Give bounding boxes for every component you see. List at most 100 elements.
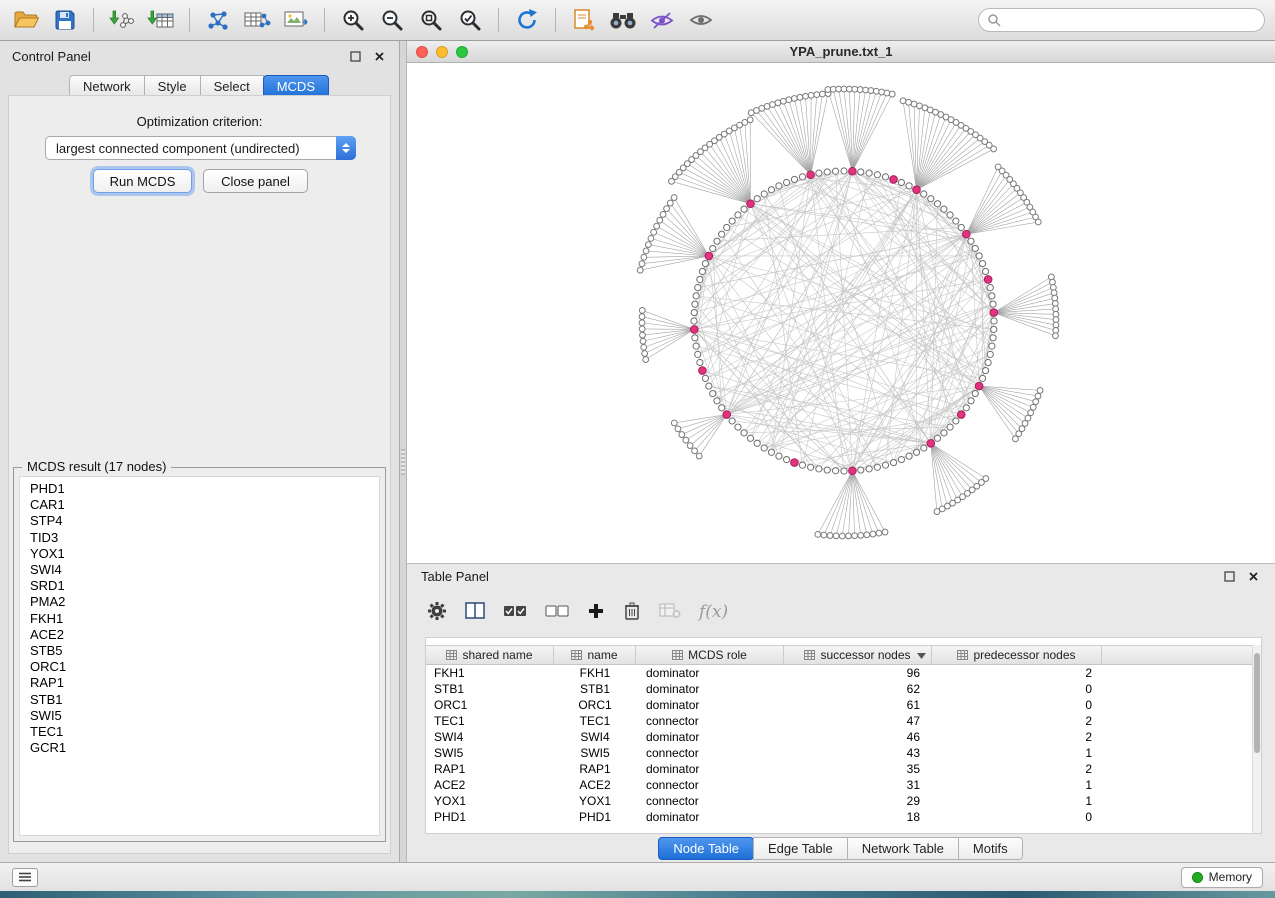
refresh-button[interactable]	[511, 4, 543, 36]
zoom-in-icon	[341, 8, 365, 32]
table-row[interactable]: ORC1ORC1dominator610	[426, 697, 1261, 713]
network-window-titlebar[interactable]: YPA_prune.txt_1	[407, 41, 1275, 63]
delete-row-button[interactable]	[623, 601, 641, 624]
mcds-result-item[interactable]: PMA2	[30, 594, 379, 610]
new-network-table-icon	[244, 10, 271, 30]
tab-motifs[interactable]: Motifs	[958, 837, 1023, 860]
mcds-result-item[interactable]: STB5	[30, 643, 379, 659]
zoom-selected-button[interactable]	[454, 4, 486, 36]
table-row[interactable]: STB1STB1dominator620	[426, 681, 1261, 697]
criterion-select[interactable]: largest connected component (undirected)	[45, 136, 356, 160]
panel-splitter[interactable]	[400, 41, 407, 862]
run-mcds-button[interactable]: Run MCDS	[93, 169, 192, 193]
share-document-button[interactable]	[568, 4, 600, 36]
close-table-panel-button[interactable]	[1245, 569, 1261, 585]
close-panel-button2[interactable]: Close panel	[203, 169, 308, 193]
mcds-result-item[interactable]: SWI5	[30, 708, 379, 724]
table-cell: dominator	[636, 681, 784, 697]
plus-icon	[587, 602, 605, 620]
tab-network-table[interactable]: Network Table	[847, 837, 959, 860]
zoom-fit-button[interactable]	[415, 4, 447, 36]
table-vertical-scrollbar[interactable]	[1252, 645, 1261, 833]
search-box[interactable]	[978, 8, 1265, 32]
network-view-canvas[interactable]	[407, 63, 1275, 563]
column-type-icon	[446, 650, 457, 660]
column-header-successor-nodes[interactable]: successor nodes	[784, 646, 932, 664]
mcds-result-list[interactable]: PHD1CAR1STP4TID3YOX1SWI4SRD1PMA2FKH1ACE2…	[19, 476, 380, 836]
new-network-button[interactable]	[202, 4, 234, 36]
status-menu-button[interactable]	[12, 868, 38, 887]
table-cell: 2	[932, 761, 1102, 777]
table-row[interactable]: SWI5SWI5connector431	[426, 745, 1261, 761]
mcds-result-item[interactable]: PHD1	[30, 481, 379, 497]
search-input[interactable]	[1007, 13, 1256, 27]
mcds-result-group: MCDS result (17 nodes) PHD1CAR1STP4TID3Y…	[13, 467, 386, 842]
mcds-result-item[interactable]: TEC1	[30, 724, 379, 740]
mcds-result-item[interactable]: GCR1	[30, 740, 379, 756]
mcds-result-item[interactable]: RAP1	[30, 675, 379, 691]
table-row[interactable]: RAP1RAP1dominator352	[426, 761, 1261, 777]
tab-node-table[interactable]: Node Table	[658, 837, 754, 860]
column-header-name[interactable]: name	[554, 646, 636, 664]
table-cell: SWI4	[554, 729, 636, 745]
zoom-out-button[interactable]	[376, 4, 408, 36]
table-cell: RAP1	[554, 761, 636, 777]
tab-edge-table[interactable]: Edge Table	[753, 837, 848, 860]
mcds-result-item[interactable]: YOX1	[30, 546, 379, 562]
mcds-result-item[interactable]: FKH1	[30, 611, 379, 627]
column-header-MCDS-role[interactable]: MCDS role	[636, 646, 784, 664]
mcds-result-item[interactable]: SWI4	[30, 562, 379, 578]
table-row[interactable]: SWI4SWI4dominator462	[426, 729, 1261, 745]
memory-button[interactable]: Memory	[1181, 867, 1263, 888]
import-network-from-file-button[interactable]	[106, 4, 138, 36]
table-row[interactable]: FKH1FKH1dominator962	[426, 665, 1261, 681]
close-icon	[1248, 571, 1259, 582]
column-header-shared-name[interactable]: shared name	[426, 646, 554, 664]
deselect-all-icon	[545, 604, 569, 618]
new-network-icon	[206, 9, 230, 31]
settings-gear-button[interactable]	[427, 601, 447, 624]
deselect-all-button[interactable]	[545, 604, 569, 621]
select-all-button[interactable]	[503, 604, 527, 621]
mcds-result-item[interactable]: STP4	[30, 513, 379, 529]
save-button[interactable]	[49, 4, 81, 36]
delete-table-button[interactable]	[659, 603, 681, 622]
table-row[interactable]: PHD1PHD1dominator180	[426, 809, 1261, 825]
float-table-panel-button[interactable]	[1221, 569, 1237, 585]
column-header-predecessor-nodes[interactable]: predecessor nodes	[932, 646, 1102, 664]
control-panel: Control Panel NetworkStyleSelectMCDS Opt…	[0, 41, 400, 862]
mcds-result-title: MCDS result (17 nodes)	[22, 459, 171, 474]
table-row[interactable]: TEC1TEC1connector472	[426, 713, 1261, 729]
mcds-result-item[interactable]: ACE2	[30, 627, 379, 643]
table-cell: dominator	[636, 665, 784, 681]
import-table-from-file-button[interactable]	[145, 4, 177, 36]
function-builder-button[interactable]: f(x)	[699, 602, 728, 622]
hide-annotations-button[interactable]	[646, 4, 678, 36]
show-columns-button[interactable]	[465, 602, 485, 622]
open-folder-button[interactable]	[10, 4, 42, 36]
scrollbar-thumb[interactable]	[1254, 653, 1260, 753]
table-panel-header: Table Panel	[407, 564, 1275, 589]
float-window-icon	[1224, 571, 1235, 582]
close-panel-button[interactable]	[371, 48, 387, 64]
table-cell: connector	[636, 713, 784, 729]
zoom-in-button[interactable]	[337, 4, 369, 36]
find-button[interactable]	[607, 4, 639, 36]
table-row[interactable]: ACE2ACE2connector311	[426, 777, 1261, 793]
eye-icon	[689, 12, 713, 28]
mcds-result-item[interactable]: ORC1	[30, 659, 379, 675]
export-image-button[interactable]	[280, 4, 312, 36]
float-panel-button[interactable]	[347, 48, 363, 64]
show-graphics-button[interactable]	[685, 4, 717, 36]
table-row[interactable]: YOX1YOX1connector291	[426, 793, 1261, 809]
table-cell: dominator	[636, 697, 784, 713]
float-window-icon	[350, 51, 361, 62]
mcds-result-item[interactable]: STB1	[30, 692, 379, 708]
mcds-result-item[interactable]: CAR1	[30, 497, 379, 513]
new-network-table-button[interactable]	[241, 4, 273, 36]
mcds-result-item[interactable]: SRD1	[30, 578, 379, 594]
search-icon	[987, 13, 1001, 27]
mcds-result-item[interactable]: TID3	[30, 530, 379, 546]
table-cell: 61	[784, 697, 932, 713]
add-row-button[interactable]	[587, 602, 605, 623]
